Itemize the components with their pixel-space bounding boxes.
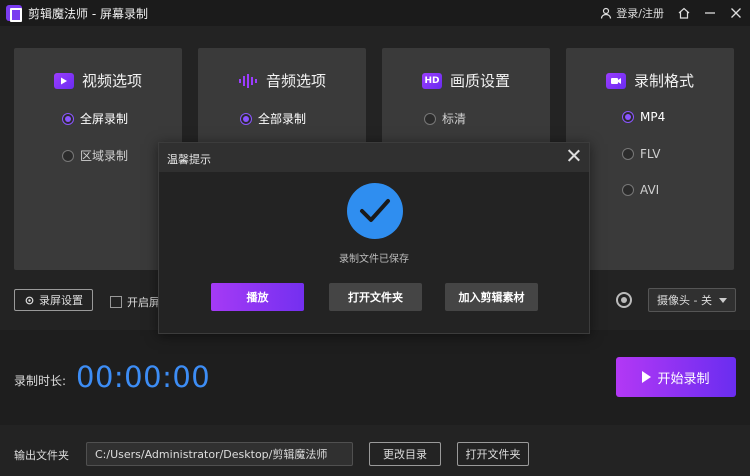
- radio-flv[interactable]: FLV: [622, 147, 660, 161]
- timer-section: 录制时长: 00:00:00 开始录制: [0, 330, 750, 425]
- home-icon[interactable]: [678, 7, 690, 19]
- radio-record-all[interactable]: 全部录制: [240, 110, 306, 127]
- option-label: 全部录制: [258, 112, 307, 126]
- radio-fullscreen[interactable]: 全屏录制: [62, 110, 128, 127]
- title-bar: 剪辑魔法师 - 屏幕录制 登录/注册: [0, 0, 750, 26]
- minimize-icon[interactable]: [704, 7, 716, 19]
- enable-checkbox[interactable]: 开启屏: [110, 294, 160, 310]
- camera-select-value: 摄像头 - 关: [657, 294, 712, 307]
- close-icon[interactable]: [730, 7, 742, 19]
- card-title: 视频选项: [81, 72, 142, 90]
- radio-indicator: [622, 148, 634, 160]
- output-row: 输出文件夹 C:/Users/Administrator/Desktop/剪辑魔…: [0, 425, 750, 476]
- output-folder-label: 输出文件夹: [14, 449, 69, 462]
- hd-icon: HD: [421, 72, 442, 89]
- radio-indicator: [622, 184, 634, 196]
- dialog-title: 温馨提示: [167, 153, 211, 166]
- record-settings-label: 录屏设置: [39, 294, 83, 307]
- duration-label: 录制时长:: [14, 374, 67, 388]
- radio-indicator: [424, 112, 436, 125]
- option-label: MP4: [640, 110, 666, 124]
- start-recording-button[interactable]: 开始录制: [616, 357, 736, 397]
- card-title: 画质设置: [449, 72, 510, 90]
- app-title: 剪辑魔法师 - 屏幕录制: [28, 6, 148, 21]
- radio-indicator: [240, 112, 252, 125]
- card-title: 录制格式: [633, 72, 694, 90]
- radio-standard[interactable]: 标清: [424, 110, 466, 127]
- card-header: 视频选项: [14, 70, 182, 91]
- dialog-message: 录制文件已保存: [339, 254, 409, 265]
- open-folder-button[interactable]: 打开文件夹: [457, 442, 529, 466]
- user-icon: [601, 7, 612, 19]
- radio-mp4[interactable]: MP4: [622, 110, 665, 124]
- dialog-close-icon[interactable]: [567, 148, 581, 162]
- option-label: 标清: [442, 112, 467, 126]
- success-check-icon: [347, 183, 403, 239]
- output-path-field[interactable]: C:/Users/Administrator/Desktop/剪辑魔法师: [86, 442, 353, 466]
- change-directory-button[interactable]: 更改目录: [369, 442, 441, 466]
- login-button[interactable]: 登录/注册: [600, 5, 664, 21]
- dialog-header: 温馨提示: [159, 143, 589, 172]
- option-label: 全屏录制: [80, 112, 129, 126]
- option-label: 区域录制: [80, 149, 129, 163]
- app-logo-icon: [6, 5, 22, 22]
- card-header: 音频选项: [198, 70, 366, 91]
- screen-recorder-window: 剪辑魔法师 - 屏幕录制 登录/注册 视频选项 全屏录制 区域录制 音频选项 全…: [0, 0, 750, 476]
- duration-value: 00:00:00: [76, 360, 211, 394]
- play-icon: [642, 371, 652, 383]
- dialog-open-folder-button[interactable]: 打开文件夹: [329, 283, 422, 311]
- camera-select[interactable]: 摄像头 - 关: [648, 288, 736, 312]
- radio-avi[interactable]: AVI: [622, 183, 659, 197]
- option-label: FLV: [640, 147, 661, 161]
- format-card: 录制格式 MP4 FLV AVI: [566, 48, 734, 270]
- video-icon: [53, 72, 74, 89]
- title-bar-controls: 登录/注册: [600, 0, 742, 26]
- webcam-icon: [616, 292, 632, 308]
- gear-icon: [25, 296, 34, 304]
- record-settings-button[interactable]: 录屏设置: [14, 289, 93, 311]
- card-title: 音频选项: [265, 72, 326, 90]
- checkbox-box: [110, 296, 122, 308]
- radio-indicator: [622, 111, 634, 123]
- save-notice-dialog: 温馨提示 录制文件已保存 播放 打开文件夹 加入剪辑素材: [158, 142, 590, 334]
- add-to-material-button[interactable]: 加入剪辑素材: [445, 283, 538, 311]
- output-path-value: C:/Users/Administrator/Desktop/剪辑魔法师: [95, 448, 328, 461]
- chevron-down-icon: [719, 298, 727, 303]
- card-header: 录制格式: [566, 70, 734, 91]
- video-options-card: 视频选项 全屏录制 区域录制: [14, 48, 182, 270]
- radio-indicator: [62, 149, 74, 162]
- radio-indicator: [62, 112, 74, 125]
- camera-format-icon: [605, 72, 626, 89]
- radio-region[interactable]: 区域录制: [62, 147, 128, 164]
- change-directory-label: 更改目录: [383, 448, 427, 461]
- option-label: AVI: [640, 183, 660, 197]
- start-recording-label: 开始录制: [657, 371, 710, 387]
- card-header: HD 画质设置: [382, 70, 550, 91]
- play-button[interactable]: 播放: [211, 283, 304, 311]
- audio-icon: [238, 73, 258, 89]
- checkbox-label: 开启屏: [127, 296, 160, 309]
- login-label: 登录/注册: [616, 7, 664, 20]
- open-folder-label: 打开文件夹: [465, 448, 521, 461]
